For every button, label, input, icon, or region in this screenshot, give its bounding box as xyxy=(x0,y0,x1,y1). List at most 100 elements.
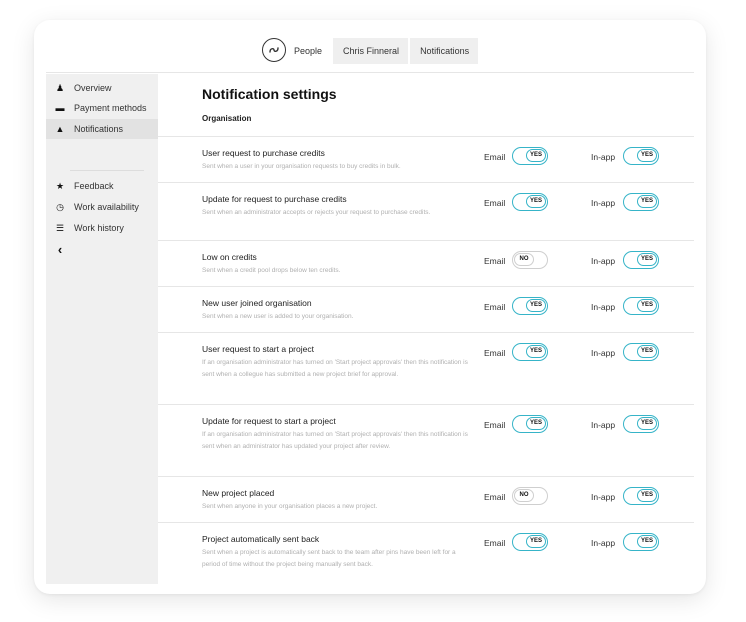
toggle-knob: YES xyxy=(637,195,657,208)
breadcrumb-notifications[interactable]: Notifications xyxy=(410,38,479,64)
notification-row-0: User request to purchase credits Sent wh… xyxy=(158,136,694,183)
row-title: Update for request to start a project xyxy=(202,416,336,426)
toggle-knob: YES xyxy=(526,345,546,358)
toggle-knob: YES xyxy=(637,417,657,430)
row-title: User request to purchase credits xyxy=(202,148,325,158)
sidebar-item-label: Notifications xyxy=(74,124,124,134)
toggle-knob: YES xyxy=(526,299,546,312)
toggle-knob: YES xyxy=(526,149,546,162)
inapp-toggle[interactable]: YES xyxy=(623,147,659,165)
sidebar-item-label: Feedback xyxy=(74,181,114,191)
top-bar: People Chris Finneral Notifications xyxy=(46,32,694,73)
row-description: Sent when anyone in your organisation pl… xyxy=(202,503,378,510)
row-title: New project placed xyxy=(202,488,275,498)
toggle-knob: YES xyxy=(637,299,657,312)
bell-icon: ▲ xyxy=(55,124,65,134)
email-toggle[interactable]: YES xyxy=(512,415,548,433)
row-description: Sent when a user in your organisation re… xyxy=(202,163,401,170)
toggle-knob: YES xyxy=(637,535,657,548)
inapp-toggle[interactable]: YES xyxy=(623,343,659,361)
list-icon: ☰ xyxy=(55,222,65,233)
toggle-knob: YES xyxy=(637,149,657,162)
inapp-toggle[interactable]: YES xyxy=(623,487,659,505)
email-toggle[interactable]: YES xyxy=(512,193,548,211)
email-toggle[interactable]: YES xyxy=(512,147,548,165)
page-title: Notification settings xyxy=(202,86,337,102)
email-label: Email xyxy=(484,348,506,358)
row-title: New user joined organisation xyxy=(202,298,312,308)
email-toggle[interactable]: NO xyxy=(512,487,548,505)
sidebar-item-overview[interactable]: ♟ Overview xyxy=(46,78,158,98)
settings-card: People Chris Finneral Notifications ♟ Ov… xyxy=(34,20,706,594)
inapp-label: In-app xyxy=(591,492,616,502)
clock-icon: ◷ xyxy=(56,201,64,212)
email-toggle[interactable]: YES xyxy=(512,343,548,361)
notification-row-2: Low on credits Sent when a credit pool d… xyxy=(158,240,694,287)
row-description: If an organisation administrator has tur… xyxy=(202,359,468,378)
notification-row-3: New user joined organisation Sent when a… xyxy=(158,286,694,333)
inapp-label: In-app xyxy=(591,420,616,430)
toggle-knob: NO xyxy=(514,253,534,266)
logo-icon[interactable] xyxy=(262,38,286,62)
sidebar: ♟ Overview ▬ Payment methods ▲ Notificat… xyxy=(46,74,158,584)
sidebar-item-payment-methods[interactable]: ▬ Payment methods xyxy=(46,98,158,118)
email-label: Email xyxy=(484,302,506,312)
inapp-label: In-app xyxy=(591,198,616,208)
chevron-left-icon: ‹ xyxy=(57,241,63,257)
row-description: Sent when a credit pool drops below ten … xyxy=(202,267,341,274)
person-icon: ♟ xyxy=(55,82,65,93)
toggle-knob: YES xyxy=(637,489,657,502)
sidebar-item-label: Payment methods xyxy=(74,103,147,113)
breadcrumb-user[interactable]: Chris Finneral xyxy=(333,38,409,64)
row-title: User request to start a project xyxy=(202,344,314,354)
email-label: Email xyxy=(484,420,506,430)
row-description: Sent when a new user is added to your or… xyxy=(202,313,354,320)
row-title: Low on credits xyxy=(202,252,257,262)
notification-row-4: User request to start a project If an or… xyxy=(158,332,694,405)
row-title: Project automatically sent back xyxy=(202,534,320,544)
sidebar-item-work-availability[interactable]: ◷ Work availability xyxy=(46,197,158,217)
sidebar-item-label: Work availability xyxy=(74,202,139,212)
email-toggle[interactable]: YES xyxy=(512,297,548,315)
main-content: Notification settings Organisation User … xyxy=(158,74,694,584)
breadcrumb: People Chris Finneral Notifications xyxy=(290,38,480,64)
breadcrumb-people[interactable]: People xyxy=(290,38,332,64)
notification-row-7: Project automatically sent back Sent whe… xyxy=(158,522,694,581)
card-icon: ▬ xyxy=(55,103,65,113)
notification-row-1: Update for request to purchase credits S… xyxy=(158,182,694,241)
inapp-toggle[interactable]: YES xyxy=(623,193,659,211)
toggle-knob: YES xyxy=(637,253,657,266)
toggle-knob: NO xyxy=(514,489,534,502)
sidebar-item-notifications[interactable]: ▲ Notifications xyxy=(46,119,158,139)
collapse-sidebar-button[interactable]: ‹ xyxy=(46,239,158,259)
inapp-label: In-app xyxy=(591,302,616,312)
row-description: Sent when a project is automatically sen… xyxy=(202,549,456,568)
email-toggle[interactable]: NO xyxy=(512,251,548,269)
email-label: Email xyxy=(484,256,506,266)
sidebar-item-label: Overview xyxy=(74,83,112,93)
sidebar-item-work-history[interactable]: ☰ Work history xyxy=(46,218,158,238)
inapp-label: In-app xyxy=(591,538,616,548)
sidebar-item-label: Work history xyxy=(74,223,124,233)
inapp-toggle[interactable]: YES xyxy=(623,297,659,315)
star-icon: ★ xyxy=(55,180,65,191)
row-description: Sent when an administrator accepts or re… xyxy=(202,209,431,216)
email-label: Email xyxy=(484,492,506,502)
email-toggle[interactable]: YES xyxy=(512,533,548,551)
toggle-knob: YES xyxy=(526,195,546,208)
toggle-knob: YES xyxy=(526,417,546,430)
inapp-toggle[interactable]: YES xyxy=(623,533,659,551)
inapp-toggle[interactable]: YES xyxy=(623,251,659,269)
sidebar-divider xyxy=(70,170,144,171)
inapp-label: In-app xyxy=(591,152,616,162)
sidebar-item-feedback[interactable]: ★ Feedback xyxy=(46,176,158,196)
inapp-toggle[interactable]: YES xyxy=(623,415,659,433)
toggle-knob: YES xyxy=(637,345,657,358)
email-label: Email xyxy=(484,538,506,548)
notification-row-5: Update for request to start a project If… xyxy=(158,404,694,477)
toggle-knob: YES xyxy=(526,535,546,548)
inapp-label: In-app xyxy=(591,348,616,358)
notification-row-6: New project placed Sent when anyone in y… xyxy=(158,476,694,523)
row-title: Update for request to purchase credits xyxy=(202,194,347,204)
row-description: If an organisation administrator has tur… xyxy=(202,431,468,450)
